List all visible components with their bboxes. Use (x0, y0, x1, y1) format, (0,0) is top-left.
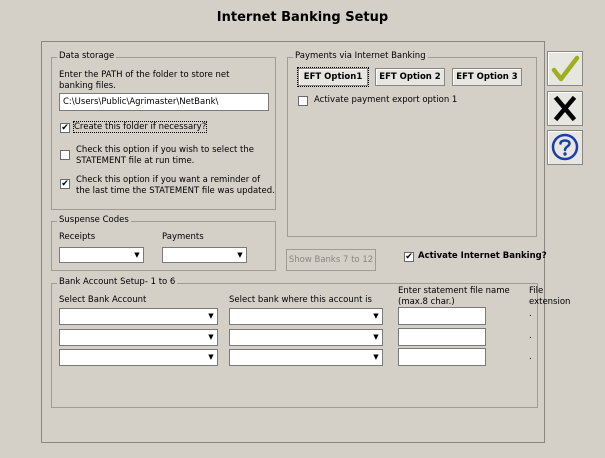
help-button[interactable] (547, 130, 583, 165)
activate-banking-checkbox[interactable]: ✔ (404, 252, 414, 262)
select-statement-label[interactable]: Check this option if you wish to select … (76, 145, 266, 167)
reminder-label[interactable]: Check this option if you want a reminder… (76, 175, 276, 197)
bank-select-combo-2[interactable]: ▼ (229, 329, 383, 346)
receipts-label: Receipts (59, 232, 96, 242)
check-mark-icon: ✔ (61, 179, 69, 189)
suspense-codes-group: Suspense Codes (51, 215, 276, 271)
select-statement-checkbox[interactable] (60, 150, 70, 160)
eft-option-3-button[interactable]: EFT Option 3 (452, 68, 522, 86)
path-input[interactable]: C:\Users\Public\Agrimaster\NetBank\ (59, 93, 269, 111)
bank-select-combo-3[interactable]: ▼ (229, 349, 383, 366)
ok-button[interactable] (547, 51, 583, 86)
chevron-down-icon[interactable]: ▼ (370, 350, 382, 364)
activate-banking-label[interactable]: Activate Internet Banking? (418, 251, 547, 261)
create-folder-label[interactable]: Create this folder if necessary? (72, 121, 208, 133)
bank-account-combo-1[interactable]: ▼ (59, 308, 218, 325)
extension-value-3: . (529, 352, 532, 362)
activate-export-checkbox[interactable] (298, 96, 308, 106)
bank-select-combo-1[interactable]: ▼ (229, 308, 383, 325)
chevron-down-icon[interactable]: ▼ (370, 330, 382, 344)
show-banks-button[interactable]: Show Banks 7 to 12 (286, 249, 376, 271)
bank-account-combo-2[interactable]: ▼ (59, 329, 218, 346)
chevron-down-icon[interactable]: ▼ (205, 330, 217, 344)
suspense-codes-label: Suspense Codes (57, 215, 131, 225)
checkmark-icon (551, 55, 580, 82)
col-bank-header: Select bank where this account is (229, 295, 372, 305)
statement-input-3[interactable] (398, 348, 486, 366)
check-mark-icon: ✔ (405, 252, 413, 262)
path-prompt: Enter the PATH of the folder to store ne… (59, 70, 230, 91)
help-icon (551, 133, 579, 161)
create-folder-checkbox[interactable]: ✔ (60, 123, 70, 133)
payments-combo[interactable]: ▼ (162, 247, 247, 263)
extension-value-1: . (529, 309, 532, 319)
chevron-down-icon[interactable]: ▼ (205, 309, 217, 323)
receipts-combo[interactable]: ▼ (59, 247, 144, 263)
col-extension-header: File extension (529, 286, 571, 307)
statement-input-1[interactable] (398, 307, 486, 325)
bank-setup-label: Bank Account Setup- 1 to 6 (57, 277, 178, 287)
reminder-checkbox[interactable]: ✔ (60, 179, 70, 189)
cancel-button[interactable] (547, 91, 583, 126)
col-account-header: Select Bank Account (59, 295, 147, 305)
window-title: Internet Banking Setup (216, 10, 389, 25)
col-statement-header: Enter statement file name (max.8 char.) (398, 286, 510, 307)
statement-input-2[interactable] (398, 328, 486, 346)
close-icon (553, 95, 577, 122)
activate-export-label[interactable]: Activate payment export option 1 (314, 95, 457, 105)
payments-group-label: Payments via Internet Banking (293, 51, 428, 61)
bank-account-combo-3[interactable]: ▼ (59, 349, 218, 366)
payments-label: Payments (162, 232, 204, 242)
chevron-down-icon[interactable]: ▼ (234, 248, 246, 262)
chevron-down-icon[interactable]: ▼ (131, 248, 143, 262)
data-storage-label: Data storage (57, 51, 117, 61)
chevron-down-icon[interactable]: ▼ (370, 309, 382, 323)
chevron-down-icon[interactable]: ▼ (205, 350, 217, 364)
eft-option-2-button[interactable]: EFT Option 2 (375, 68, 445, 86)
check-mark-icon: ✔ (61, 123, 69, 133)
extension-value-2: . (529, 331, 532, 341)
eft-option-1-button[interactable]: EFT Option1 (297, 67, 369, 87)
